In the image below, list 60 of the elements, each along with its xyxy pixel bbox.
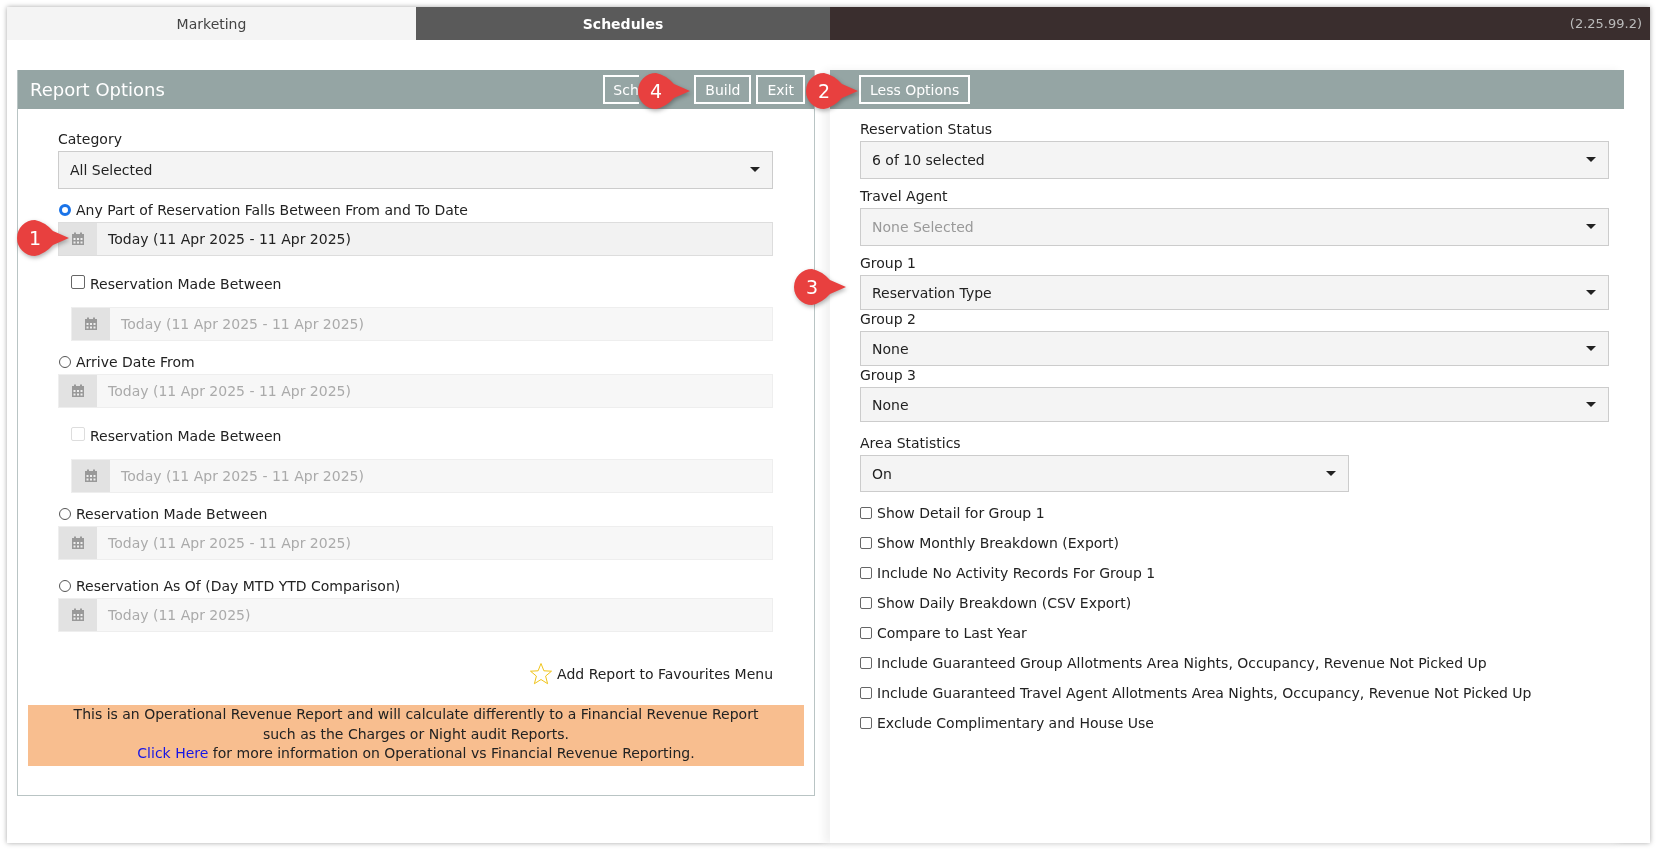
help-link[interactable]: Click Here — [137, 745, 209, 761]
calendar-icon — [71, 384, 85, 398]
version-label: (2.25.99.2) — [1569, 16, 1642, 31]
tab[interactable]: Marketing — [7, 7, 416, 40]
dropdown[interactable]: None — [860, 331, 1609, 366]
checkbox[interactable] — [860, 597, 872, 609]
caret-icon — [1586, 401, 1596, 408]
dropdown[interactable]: 6 of 10 selected — [860, 141, 1609, 179]
notice-text: This is an Operational Revenue Report and will calculate differently to a Financial Revenue Report such as the Charges or Night audit Reports. — [72, 705, 760, 744]
calendar-icon — [84, 469, 98, 483]
field-label: Area Statistics — [860, 435, 962, 452]
caret-icon — [1586, 345, 1596, 352]
radio-button[interactable] — [59, 204, 71, 216]
field-label: Group 3 — [860, 367, 917, 384]
option-label: Reservation Made Between — [90, 276, 282, 292]
calendar-icon — [84, 317, 98, 331]
checkbox[interactable] — [860, 507, 872, 519]
notice-text: Click Here for more information on Operational vs Financial Revenue Reporting. — [136, 744, 696, 763]
field-label: Reservation Status — [860, 121, 994, 138]
checkbox-label: Show Detail for Group 1 — [877, 505, 1045, 521]
checkbox-label: Include Guaranteed Travel Agent Allotments Area Nights, Occupancy, Revenue Not Picked Up — [877, 685, 1532, 701]
dropdown[interactable]: All Selected — [58, 151, 773, 189]
checkbox-label: Include Guaranteed Group Allotments Area Nights, Occupancy, Revenue Not Picked Up — [877, 655, 1487, 671]
option-label: Reservation As Of (Day MTD YTD Comparison) — [76, 578, 401, 594]
checkbox[interactable] — [860, 567, 872, 579]
calendar-icon — [71, 536, 85, 550]
checkbox-label: Include No Activity Records For Group 1 — [877, 565, 1156, 581]
checkbox-label: Show Monthly Breakdown (Export) — [877, 535, 1120, 551]
caret-icon — [750, 167, 760, 173]
field-label: Group 2 — [860, 311, 917, 328]
calendar-icon — [71, 232, 85, 246]
calendar-icon — [71, 608, 85, 622]
option-label: Arrive Date From — [76, 354, 195, 370]
field-label: Travel Agent — [860, 188, 949, 205]
date-field[interactable]: Today (11 Apr 2025 - 11 Apr 2025) — [58, 222, 773, 256]
tab[interactable]: Schedules — [416, 7, 830, 40]
favourites-link[interactable]: Add Report to Favourites Menu — [557, 666, 773, 682]
dropdown[interactable]: Reservation Type — [860, 275, 1609, 310]
checkbox-label: Exclude Complimentary and House Use — [877, 715, 1154, 731]
option-label: Any Part of Reservation Falls Between From and To Date — [76, 202, 468, 218]
option-label: Reservation Made Between — [90, 428, 282, 444]
checkbox[interactable] — [860, 537, 872, 549]
star-icon[interactable] — [529, 662, 554, 686]
checkbox[interactable] — [860, 657, 872, 669]
checkbox-label: Compare to Last Year — [877, 625, 1027, 641]
field-label: Group 1 — [860, 255, 917, 272]
caret-icon — [1586, 224, 1596, 230]
checkbox-label: Show Daily Breakdown (CSV Export) — [877, 595, 1132, 611]
option-label: Reservation Made Between — [76, 506, 268, 522]
dropdown[interactable]: None — [860, 387, 1609, 422]
checkbox[interactable] — [860, 687, 872, 699]
field-label: Category — [58, 131, 123, 148]
caret-icon — [1586, 289, 1596, 296]
caret-icon — [1586, 157, 1596, 163]
checkbox[interactable] — [860, 717, 872, 729]
panel-title: Report Options — [30, 79, 165, 100]
checkbox[interactable] — [860, 627, 872, 639]
dropdown[interactable]: On — [860, 455, 1349, 492]
caret-icon — [1326, 470, 1336, 477]
checkbox[interactable] — [71, 275, 85, 289]
